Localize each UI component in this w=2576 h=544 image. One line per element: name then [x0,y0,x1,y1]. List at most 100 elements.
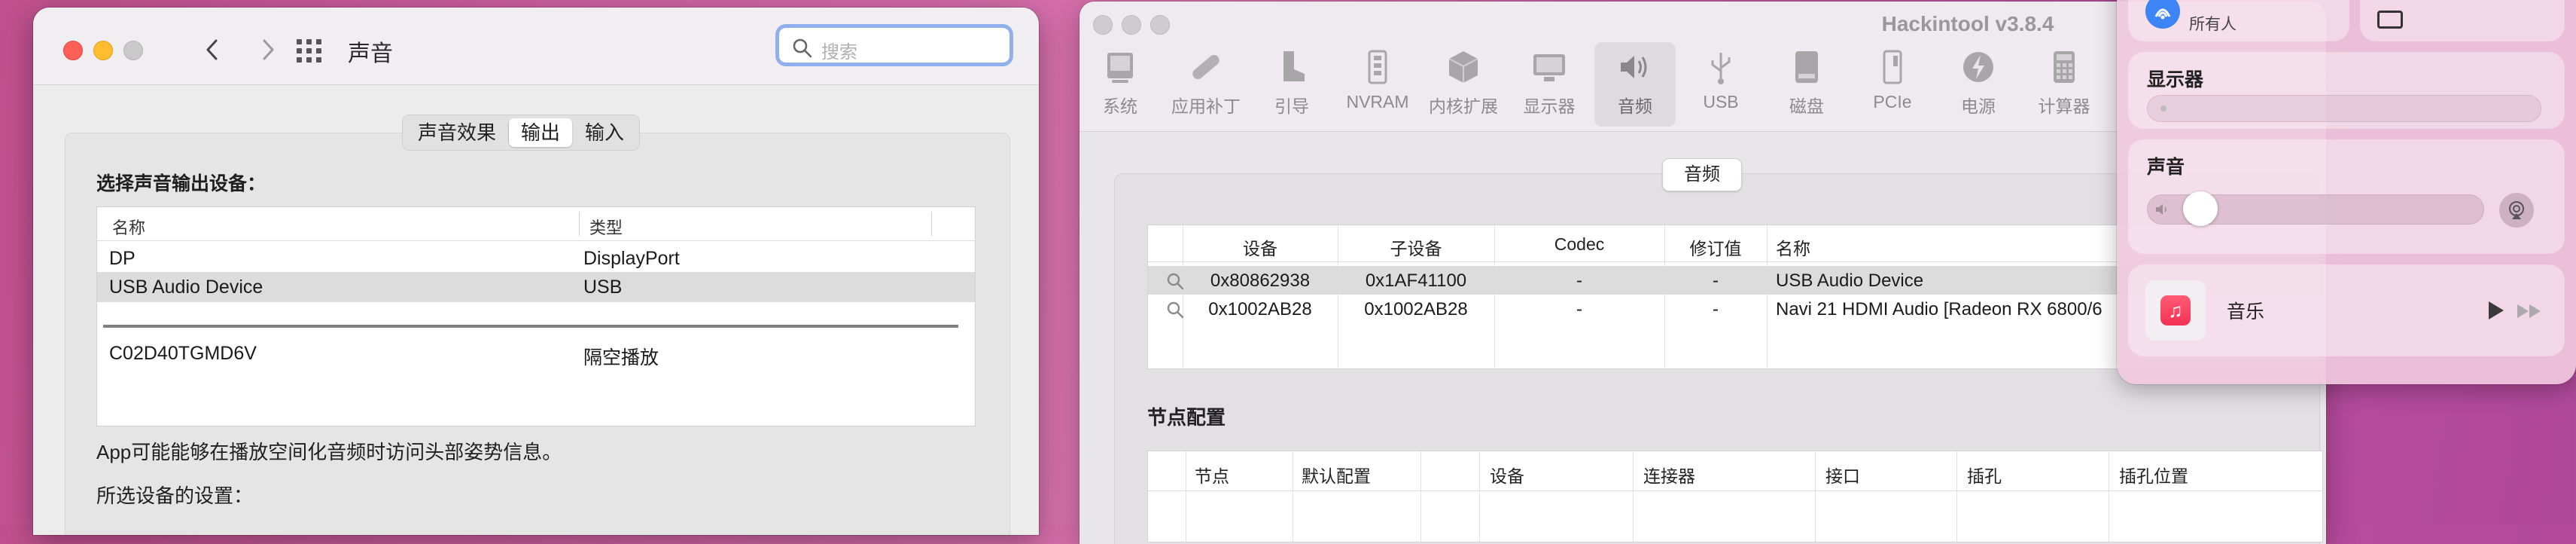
cell-name: USB Audio Device [1776,270,1924,291]
airdrop-icon [2145,0,2180,29]
cell-device: 0x1002AB28 [1208,299,1312,319]
device-name: C02D40TGMD6V [109,343,257,364]
speaker-icon [2156,204,2166,215]
toolbar-label: USB [1703,92,1739,112]
sound-tab-control: 声音效果 输出 输入 [402,115,641,151]
boot-icon [1273,48,1311,86]
search-field[interactable]: 搜索 [775,24,1013,66]
column-header-name[interactable]: 名称 [1776,234,1810,260]
tab-input[interactable]: 输入 [573,118,636,147]
airdrop-tile[interactable]: 所有人 [2129,0,2349,41]
cell-name: Navi 21 HDMI Audio [Radeon RX 6800/6 [1776,299,2103,319]
nvram-icon [1359,48,1396,86]
tab-sound-effects[interactable]: 声音效果 [406,118,508,147]
toolbar-label: 电源 [1961,96,1996,116]
device-type: 隔空播放 [583,347,659,368]
column-header-name[interactable]: 名称 [112,215,145,239]
search-icon [793,38,812,58]
toolbar-audio[interactable]: 音频 [1594,42,1676,127]
music-tile[interactable]: ♫ 音乐 [2129,265,2564,356]
display-title: 显示器 [2147,69,2204,90]
airplay-icon [2509,201,2524,219]
column-header-device[interactable]: 设备 [1490,462,1524,487]
toolbar-usb[interactable]: USB [1680,42,1761,127]
toolbar-kext[interactable]: 内核扩展 [1423,42,1504,127]
column-header-port[interactable]: 接口 [1825,462,1860,487]
music-title: 音乐 [2227,301,2265,322]
toolbar-label: 应用补丁 [1171,96,1241,116]
toolbar-nvram[interactable]: NVRAM [1337,42,1418,127]
close-button[interactable] [63,41,83,60]
window-toolbar: 声音 搜索 [33,8,1039,85]
toolbar-disk[interactable]: 磁盘 [1766,42,1847,127]
back-button[interactable] [196,33,229,66]
airplay-audio-button[interactable] [2499,193,2534,228]
tab-output[interactable]: 输出 [509,118,573,147]
fast-forward-icon[interactable] [2516,303,2543,319]
power-icon [1959,48,1997,86]
column-header-subdevice[interactable]: 子设备 [1338,234,1494,260]
column-header-codec[interactable]: Codec [1494,234,1664,255]
sound-tile: 声音 [2129,140,2564,253]
toolbar-display[interactable]: 显示器 [1509,42,1590,127]
toolbar-system[interactable]: 系统 [1079,42,1161,127]
toolbar-label: 磁盘 [1789,96,1824,116]
table-row[interactable]: DP DisplayPort [97,243,975,274]
sun-icon [2160,105,2166,112]
search-placeholder: 搜索 [821,42,857,63]
node-config-title: 节点配置 [1147,406,1226,429]
screen-mirroring-tile[interactable] [2361,0,2564,41]
toolbar-label: 引导 [1274,96,1309,116]
device-name: USB Audio Device [109,277,263,298]
brightness-slider[interactable] [2147,95,2541,122]
output-device-label: 选择声音输出设备： [96,173,266,194]
toolbar-calculator[interactable]: 计算器 [2023,42,2105,127]
airdrop-status: 所有人 [2189,16,2236,33]
drag-divider [103,325,958,328]
computer-icon [1101,48,1139,86]
column-header-revision[interactable]: 修订值 [1664,234,1767,260]
window-title: 声音 [348,41,393,66]
screen-mirroring-icon [2377,11,2403,29]
calculator-icon [2045,48,2083,86]
device-name: DP [109,248,135,269]
volume-slider[interactable] [2147,191,2484,226]
column-header-node[interactable]: 节点 [1195,462,1229,487]
toolbar-boot[interactable]: 引导 [1251,42,1332,127]
tab-audio[interactable]: 音频 [1662,158,1742,191]
table-row-selected[interactable]: USB Audio Device USB [97,272,975,302]
control-center: 所有人 显示器 声音 ♫ 音乐 [2117,0,2576,384]
play-icon[interactable] [2487,300,2505,321]
cell-subdevice: 0x1AF41100 [1365,270,1467,291]
cell-codec: - [1576,299,1582,319]
speaker-icon [1616,48,1654,86]
sound-preferences-window: 声音 搜索 声音效果 输出 输入 选择声音输出设备： 名称 类型 DP Disp… [33,8,1039,535]
column-header-default-config[interactable]: 默认配置 [1302,462,1371,487]
cell-revision: - [1713,270,1719,291]
column-header-jack-location[interactable]: 插孔位置 [2119,462,2188,487]
toolbar-label: 计算器 [2038,96,2090,116]
table-header: 节点 默认配置 设备 连接器 接口 插孔 插孔位置 [1148,451,2322,491]
chevron-left-icon [206,39,218,60]
column-header-jack[interactable]: 插孔 [1967,462,2002,487]
cell-device: 0x80862938 [1210,270,1311,291]
cell-codec: - [1576,270,1582,291]
column-header-connector[interactable]: 连接器 [1643,462,1695,487]
music-app-icon: ♫ [2145,280,2206,341]
minimize-button[interactable] [93,41,113,60]
table-row[interactable]: C02D40TGMD6V 隔空播放 [97,338,975,368]
column-header-device[interactable]: 设备 [1183,234,1338,260]
toolbar-label: 显示器 [1523,96,1576,116]
display-tile: 显示器 [2129,53,2564,128]
cell-revision: - [1713,299,1719,319]
toolbar-pcie[interactable]: PCIe [1852,42,1933,127]
column-header-type[interactable]: 类型 [589,215,623,239]
show-all-grid-icon[interactable] [297,39,322,63]
node-config-table: 节点 默认配置 设备 连接器 接口 插孔 插孔位置 [1147,451,2323,542]
spatial-audio-note: App可能能够在播放空间化音频时访问头部姿势信息。 [96,441,562,463]
volume-knob[interactable] [2183,191,2218,226]
forward-button[interactable] [251,33,285,66]
toolbar-power[interactable]: 电源 [1938,42,2019,127]
toolbar-patch[interactable]: 应用补丁 [1165,42,1247,127]
zoom-button[interactable] [123,41,143,60]
